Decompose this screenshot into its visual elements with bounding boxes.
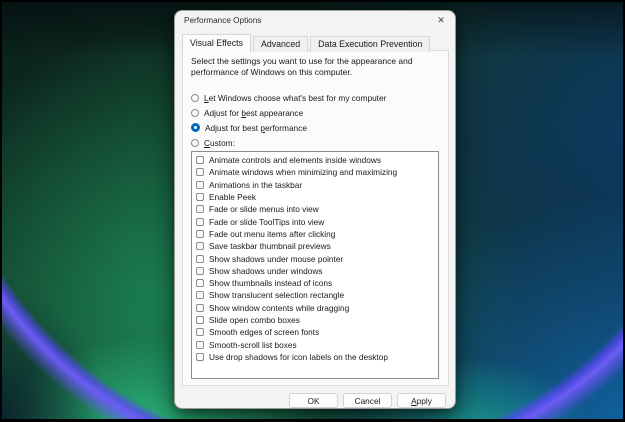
radio-label: Adjust for best performance: [205, 122, 307, 133]
checkbox-icon: [196, 266, 204, 275]
checkbox-icon: [196, 279, 204, 288]
checkbox-label: Show shadows under mouse pointer: [209, 253, 344, 264]
checkbox-label: Animations in the taskbar: [209, 179, 303, 190]
checkbox-icon: [196, 217, 204, 226]
visual-effects-listbox[interactable]: Animate controls and elements inside win…: [191, 151, 439, 379]
checkbox-icon: [196, 205, 204, 214]
checkbox-label: Show window contents while dragging: [209, 302, 350, 313]
effect-checkbox-row[interactable]: Animations in the taskbar: [196, 179, 438, 191]
checkbox-icon: [196, 242, 204, 251]
tab-data-execution-prevention[interactable]: Data Execution Prevention: [310, 36, 431, 52]
effect-checkbox-row[interactable]: Use drop shadows for icon labels on the …: [196, 351, 438, 363]
checkbox-label: Show thumbnails instead of icons: [209, 278, 333, 289]
performance-options-dialog: Performance Options ✕ Visual Effects Adv…: [174, 10, 456, 409]
tab-visual-effects[interactable]: Visual Effects: [182, 34, 251, 53]
effect-checkbox-row[interactable]: Show thumbnails instead of icons: [196, 277, 438, 289]
tab-label: Data Execution Prevention: [318, 39, 423, 49]
checkbox-icon: [196, 180, 204, 189]
radio-icon: [191, 138, 199, 147]
checkbox-label: Show translucent selection rectangle: [209, 290, 345, 301]
checkbox-icon: [196, 168, 204, 177]
checkbox-icon: [196, 291, 204, 300]
ok-button[interactable]: OK: [289, 393, 338, 408]
close-icon[interactable]: ✕: [433, 13, 449, 27]
effect-checkbox-row[interactable]: Show translucent selection rectangle: [196, 289, 438, 301]
radio-icon: [191, 108, 199, 117]
checkbox-icon: [196, 193, 204, 202]
radio-adjust-best-performance[interactable]: Adjust for best performance: [191, 120, 386, 135]
checkbox-icon: [196, 229, 204, 238]
effect-checkbox-row[interactable]: Fade or slide menus into view: [196, 203, 438, 215]
effect-checkbox-row[interactable]: Animate controls and elements inside win…: [196, 154, 438, 166]
tab-label: Advanced: [260, 39, 301, 49]
checkbox-icon: [196, 328, 204, 337]
effect-checkbox-row[interactable]: Slide open combo boxes: [196, 314, 438, 326]
checkbox-icon: [196, 352, 204, 361]
checkbox-label: Fade out menu items after clicking: [209, 228, 336, 239]
effect-checkbox-row[interactable]: Fade or slide ToolTips into view: [196, 215, 438, 227]
checkbox-icon: [196, 303, 204, 312]
checkbox-label: Smooth edges of screen fonts: [209, 327, 320, 338]
checkbox-icon: [196, 340, 204, 349]
performance-radio-group: Let Windows choose what's best for my co…: [191, 90, 386, 150]
radio-icon: [191, 123, 200, 132]
checkbox-label: Smooth-scroll list boxes: [209, 339, 297, 350]
checkbox-label: Animate controls and elements inside win…: [209, 155, 382, 166]
checkbox-label: Show shadows under windows: [209, 265, 323, 276]
tab-advanced[interactable]: Advanced: [252, 36, 309, 52]
tab-strip: Visual Effects Advanced Data Execution P…: [182, 34, 432, 53]
settings-description: Select the settings you want to use for …: [191, 56, 413, 77]
checkbox-label: Fade or slide ToolTips into view: [209, 216, 325, 227]
checkbox-label: Use drop shadows for icon labels on the …: [209, 351, 388, 362]
tab-label: Visual Effects: [190, 38, 243, 48]
checkbox-label: Slide open combo boxes: [209, 315, 300, 325]
radio-label: Custom:: [204, 137, 235, 148]
checkbox-icon: [196, 254, 204, 263]
checkbox-label: Enable Peek: [209, 192, 257, 203]
effect-checkbox-row[interactable]: Smooth-scroll list boxes: [196, 338, 438, 350]
radio-label: Adjust for best appearance: [204, 107, 304, 118]
effect-checkbox-row[interactable]: Enable Peek: [196, 191, 438, 203]
radio-adjust-best-appearance[interactable]: Adjust for best appearance: [191, 105, 386, 120]
cancel-button[interactable]: Cancel: [343, 393, 392, 408]
effect-checkbox-row[interactable]: Fade out menu items after clicking: [196, 228, 438, 240]
dialog-title: Performance Options: [184, 16, 262, 25]
effect-checkbox-row[interactable]: Smooth edges of screen fonts: [196, 326, 438, 338]
effect-checkbox-row[interactable]: Animate windows when minimizing and maxi…: [196, 166, 438, 178]
effect-checkbox-row[interactable]: Save taskbar thumbnail previews: [196, 240, 438, 252]
checkbox-icon: [196, 156, 204, 165]
checkbox-label: Save taskbar thumbnail previews: [209, 241, 331, 252]
checkbox-icon: [196, 316, 204, 324]
radio-icon: [191, 93, 199, 102]
radio-label: Let Windows choose what's best for my co…: [204, 92, 387, 103]
effect-checkbox-row[interactable]: Show shadows under mouse pointer: [196, 252, 438, 264]
apply-button[interactable]: Apply: [397, 393, 446, 408]
screenshot-frame: Performance Options ✕ Visual Effects Adv…: [0, 0, 625, 422]
radio-custom[interactable]: Custom:: [191, 135, 386, 150]
radio-let-windows-choose[interactable]: Let Windows choose what's best for my co…: [191, 90, 386, 105]
checkbox-label: Animate windows when minimizing and maxi…: [209, 167, 398, 178]
effect-checkbox-row[interactable]: Show shadows under windows: [196, 265, 438, 277]
effect-checkbox-row[interactable]: Show window contents while dragging: [196, 302, 438, 314]
dialog-footer: OK Cancel Apply: [289, 393, 446, 408]
checkbox-label: Fade or slide menus into view: [209, 204, 319, 215]
